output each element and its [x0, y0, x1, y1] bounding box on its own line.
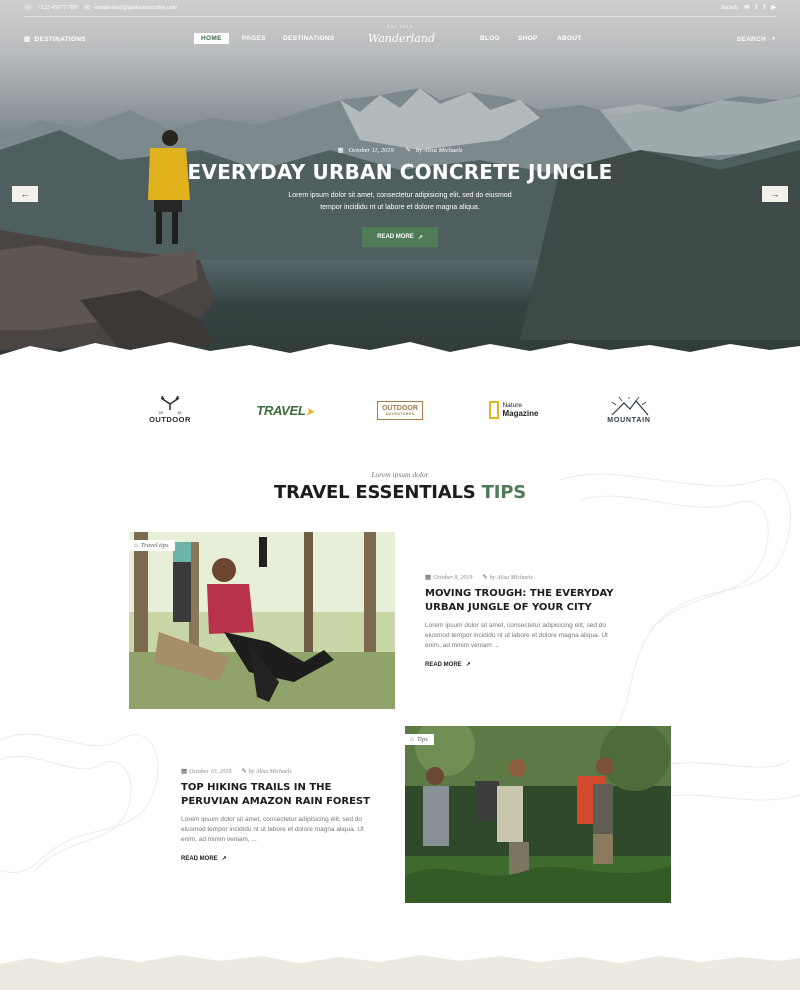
partner-mountain-name: MOUNTAIN [607, 416, 651, 424]
topbar-socials: Socials ✉ t f ▶ [721, 4, 776, 12]
post-author[interactable]: by Alisa Michaels [249, 769, 292, 775]
arrow-up-right-icon: ↗ [417, 234, 423, 241]
hero-title[interactable]: EVERYDAY URBAN CONCRETE JUNGLE [0, 160, 800, 184]
phone-text: +123 45677 789 [36, 5, 77, 11]
post-title[interactable]: TOP HIKING TRAILS IN THE PERUVIAN AMAZON… [181, 781, 381, 809]
post-card-2: ▦ October 10, 2019 ✎ by Alisa Michaels TOP… [181, 767, 381, 862]
slider-next-button[interactable]: → [762, 186, 788, 202]
hero-read-more-button[interactable]: READ MORE ↗ [362, 227, 438, 247]
nav-item-destinations[interactable]: DESTINATIONS [283, 35, 335, 42]
nav-destinations-menu[interactable]: ▤ DESTINATIONS [24, 35, 86, 44]
topbar-email[interactable]: ✉ wanderland@qodeinteractive.com [84, 4, 177, 12]
nav-item-about[interactable]: ABOUT [557, 35, 582, 42]
map-icon: ▤ [24, 36, 31, 43]
partner-logo-nature-magazine[interactable]: Nature Magazine [478, 388, 550, 432]
hero-read-more-label: READ MORE [377, 234, 414, 240]
pen-icon: ✎ [405, 147, 411, 154]
post-author[interactable]: by Alisa Michaels [490, 575, 533, 581]
partner-outdoor-name: OUTDOOR [149, 415, 191, 424]
topbar-phone[interactable]: ☏ +123 45677 789 [24, 4, 77, 12]
email-text: wanderland@qodeinteractive.com [93, 5, 177, 11]
logo-name: Wanderland [368, 32, 436, 45]
tag-icon: ⌂ [134, 542, 138, 549]
calendar-icon: ▦ [425, 574, 432, 581]
post-card-1: ▦ October 8, 2019 ✎ by Alisa Michaels MOVI… [425, 573, 625, 668]
post-meta: ▦ October 10, 2019 ✎ by Alisa Michaels [181, 767, 381, 775]
section-subtitle: Lorem ipsum dolor [371, 470, 429, 479]
nav-search[interactable]: SEARCH ⌕ [737, 35, 776, 43]
paper-plane-icon: ➤ [305, 406, 314, 418]
hikers-photo [405, 726, 671, 903]
post-tag[interactable]: ⌂ Travel tips [129, 540, 175, 551]
post-image-zipline[interactable]: ⌂ Travel tips [129, 532, 395, 709]
arrow-left-icon: ← [20, 189, 30, 199]
partner-outdoor-adv-sub: ADVENTURES [385, 411, 415, 416]
nav-item-blog[interactable]: BLOG [480, 35, 500, 42]
email-icon: ✉ [84, 4, 90, 12]
partner-logos: 20 15 OUTDOOR TRAVEL➤ OUTDOOR ADVENTURES… [0, 388, 800, 438]
pen-icon: ✎ [241, 768, 247, 775]
hero-date[interactable]: October 11, 2019 [349, 147, 394, 154]
hero-excerpt: Lorem ipsum dolor sit amet, consectetur … [288, 192, 512, 211]
facebook-icon[interactable]: f [763, 5, 765, 11]
slider-prev-button[interactable]: ← [12, 186, 38, 202]
post-excerpt: Lorem ipsum dolor sit amet, consectetur … [425, 622, 608, 649]
mountain-sunburst-icon [611, 396, 649, 415]
hero-slider: ☏ +123 45677 789 ✉ wanderland@qodeintera… [0, 0, 800, 370]
topbar-divider [24, 16, 776, 17]
hero-meta: ▦ October 11, 2019 ✎ by Alisa Michaels [0, 146, 800, 154]
logo-tagline: EST 2013 [387, 24, 413, 29]
tag-icon: ⌂ [410, 736, 414, 743]
partner-logo-outdoor-adventures[interactable]: OUTDOOR ADVENTURES [372, 388, 428, 432]
topographic-background [0, 473, 800, 873]
partner-travel-name: TRAVEL [256, 402, 306, 418]
partner-logo-mountain[interactable]: MOUNTAIN [598, 388, 660, 432]
phone-icon: ☏ [24, 4, 33, 12]
post-read-more-link[interactable]: READ MORE ↗ [181, 855, 381, 863]
post-tag[interactable]: ⌂ Tips [405, 734, 434, 745]
site-logo[interactable]: EST 2013 Wanderland [368, 24, 436, 56]
zipline-photo [129, 532, 395, 709]
bottom-torn-edge [0, 955, 800, 990]
post-meta: ▦ October 8, 2019 ✎ by Alisa Michaels [425, 573, 625, 581]
section-title: TRAVEL ESSENTIALS TIPS [0, 482, 800, 503]
nav-item-shop[interactable]: SHOP [518, 35, 538, 42]
post-date[interactable]: October 8, 2019 [433, 575, 472, 581]
nav-item-pages[interactable]: PAGES [242, 35, 266, 42]
nav-destinations-label: DESTINATIONS [34, 35, 86, 43]
post-read-more-link[interactable]: READ MORE ↗ [425, 661, 625, 669]
top-bar: ☏ +123 45677 789 ✉ wanderland@qodeintera… [0, 0, 800, 16]
antlers-icon [160, 396, 180, 410]
post-excerpt: Lorem ipsum dolor sit amet, consectetur … [181, 816, 364, 843]
arrow-right-icon: → [770, 189, 780, 199]
bookmark-icon [489, 401, 500, 419]
partner-outdoor-adv-name: OUTDOOR [382, 404, 418, 412]
post-tag-label: Tips [416, 736, 428, 743]
partner-logo-outdoor[interactable]: 20 15 OUTDOOR [140, 388, 200, 432]
youtube-icon[interactable]: ▶ [771, 4, 776, 11]
search-label: SEARCH [736, 35, 767, 43]
read-more-label: READ MORE [181, 855, 218, 862]
partner-logo-travel[interactable]: TRAVEL➤ [250, 388, 320, 432]
arrow-up-right-icon: ↗ [221, 856, 227, 862]
post-image-hikers[interactable]: ⌂ Tips [405, 726, 671, 903]
nav-item-home[interactable]: HOME [194, 33, 229, 44]
post-title[interactable]: MOVING TROUGH: THE EVERYDAY URBAN JUNGLE… [425, 587, 625, 615]
arrow-up-right-icon: ↗ [465, 662, 471, 668]
hero-author[interactable]: by Alisa Michaels [416, 147, 462, 154]
section-title-accent: TIPS [481, 482, 527, 503]
socials-label: Socials [721, 4, 739, 11]
email-icon[interactable]: ✉ [744, 4, 749, 11]
search-icon: ⌕ [772, 35, 776, 42]
post-tag-label: Travel tips [140, 542, 169, 549]
twitter-icon[interactable]: t [755, 5, 757, 11]
calendar-icon: ▦ [337, 147, 344, 154]
pen-icon: ✎ [482, 574, 488, 581]
partner-nature-line2: Magazine [502, 408, 539, 418]
post-date[interactable]: October 10, 2019 [189, 769, 231, 775]
calendar-icon: ▦ [181, 768, 188, 775]
read-more-label: READ MORE [425, 661, 462, 668]
section-title-main: TRAVEL ESSENTIALS [274, 482, 476, 503]
